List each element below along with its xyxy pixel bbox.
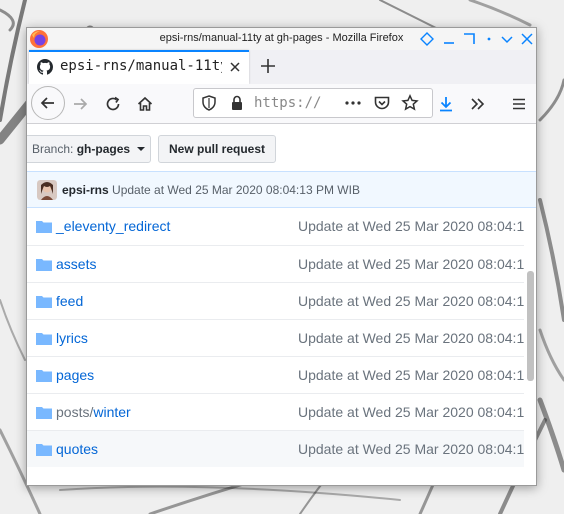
window-close-icon[interactable]	[519, 31, 535, 47]
file-row: feed Update at Wed 25 Mar 2020 08:04:1	[27, 282, 524, 319]
file-row: lyrics Update at Wed 25 Mar 2020 08:04:1	[27, 319, 524, 356]
commit-message[interactable]: Update at Wed 25 Mar 2020 08:04:13 PM WI…	[112, 183, 360, 197]
url-text[interactable]: https://	[254, 95, 321, 111]
file-name-link[interactable]: lyrics	[56, 330, 88, 346]
file-row: quotes Update at Wed 25 Mar 2020 08:04:1	[27, 430, 524, 467]
branch-name: gh-pages	[76, 142, 131, 156]
download-icon[interactable]	[437, 95, 455, 113]
file-commit-message[interactable]: Update at Wed 25 Mar 2020 08:04:1	[298, 367, 524, 383]
file-name-link[interactable]: _eleventy_redirect	[56, 218, 170, 234]
file-commit-message[interactable]: Update at Wed 25 Mar 2020 08:04:1	[298, 330, 524, 346]
github-icon	[37, 59, 53, 75]
window-rollup-icon[interactable]	[499, 31, 515, 47]
file-commit-message[interactable]: Update at Wed 25 Mar 2020 08:04:1	[298, 293, 524, 309]
file-row: _eleventy_redirect Update at Wed 25 Mar …	[27, 208, 524, 245]
file-name-link[interactable]: quotes	[56, 441, 98, 457]
avatar[interactable]	[37, 180, 57, 200]
lock-icon[interactable]	[228, 94, 246, 112]
file-commit-message[interactable]: Update at Wed 25 Mar 2020 08:04:1	[298, 218, 524, 234]
tab-active[interactable]: epsi-rns/manual-11ty	[29, 50, 249, 84]
file-list: _eleventy_redirect Update at Wed 25 Mar …	[27, 208, 524, 467]
forward-arrow-icon[interactable]	[71, 95, 89, 113]
star-icon[interactable]	[401, 94, 419, 112]
folder-icon	[36, 333, 52, 345]
file-name-link[interactable]: feed	[56, 293, 83, 309]
folder-icon	[36, 444, 52, 456]
page-content: Branch: gh-pages New pull request epsi-r…	[27, 125, 536, 485]
scrollbar-thumb[interactable]	[527, 271, 534, 381]
url-bar[interactable]: https://	[193, 88, 433, 118]
reload-icon[interactable]	[104, 95, 122, 113]
file-row: posts/winter Update at Wed 25 Mar 2020 0…	[27, 393, 524, 430]
window-title: epsi-rns/manual-11ty at gh-pages - Mozil…	[159, 32, 404, 44]
new-tab-icon[interactable]	[259, 57, 277, 75]
pocket-icon[interactable]	[373, 94, 391, 112]
branch-label: Branch:	[32, 142, 74, 156]
title-bar: epsi-rns/manual-11ty at gh-pages - Mozil…	[27, 28, 536, 50]
menu-icon[interactable]	[510, 95, 528, 113]
folder-icon	[36, 259, 52, 271]
commit-author[interactable]: epsi-rns	[62, 183, 109, 197]
browser-window: epsi-rns/manual-11ty at gh-pages - Mozil…	[26, 27, 537, 486]
file-commit-message[interactable]: Update at Wed 25 Mar 2020 08:04:1	[298, 441, 524, 457]
overflow-icon[interactable]	[469, 95, 487, 113]
file-path-name[interactable]: winter	[93, 404, 130, 420]
home-icon[interactable]	[136, 95, 154, 113]
back-arrow-icon	[40, 97, 54, 109]
more-icon[interactable]	[344, 94, 362, 112]
shield-icon[interactable]	[200, 94, 218, 112]
commit-summary: epsi-rns Update at Wed 25 Mar 2020 08:04…	[62, 183, 360, 197]
window-minimize-icon[interactable]	[441, 31, 457, 47]
back-button[interactable]	[31, 86, 65, 120]
folder-icon	[36, 407, 52, 419]
branch-select-button[interactable]: Branch: gh-pages	[27, 135, 151, 163]
caret-down-icon	[137, 147, 146, 151]
window-shade-icon[interactable]	[481, 31, 497, 47]
tab-title: epsi-rns/manual-11ty	[60, 58, 222, 74]
file-row: assets Update at Wed 25 Mar 2020 08:04:1	[27, 245, 524, 282]
window-maximize-icon[interactable]	[461, 31, 477, 47]
file-commit-message[interactable]: Update at Wed 25 Mar 2020 08:04:1	[298, 256, 524, 272]
folder-icon	[36, 221, 52, 233]
folder-icon	[36, 296, 52, 308]
file-name-link[interactable]: posts/winter	[56, 404, 131, 420]
latest-commit-bar: epsi-rns Update at Wed 25 Mar 2020 08:04…	[27, 171, 536, 208]
file-path-prefix: posts/	[56, 404, 94, 420]
window-sticky-icon[interactable]	[419, 31, 435, 47]
new-pull-request-button[interactable]: New pull request	[158, 135, 276, 163]
close-tab-icon[interactable]	[228, 60, 242, 74]
folder-icon	[36, 370, 52, 382]
file-name-link[interactable]: pages	[56, 367, 94, 383]
file-name-link[interactable]: assets	[56, 256, 96, 272]
file-row: pages Update at Wed 25 Mar 2020 08:04:1	[27, 356, 524, 393]
tab-bar: epsi-rns/manual-11ty	[27, 50, 536, 84]
file-commit-message[interactable]: Update at Wed 25 Mar 2020 08:04:1	[298, 404, 524, 420]
navigation-bar: https://	[27, 84, 536, 124]
